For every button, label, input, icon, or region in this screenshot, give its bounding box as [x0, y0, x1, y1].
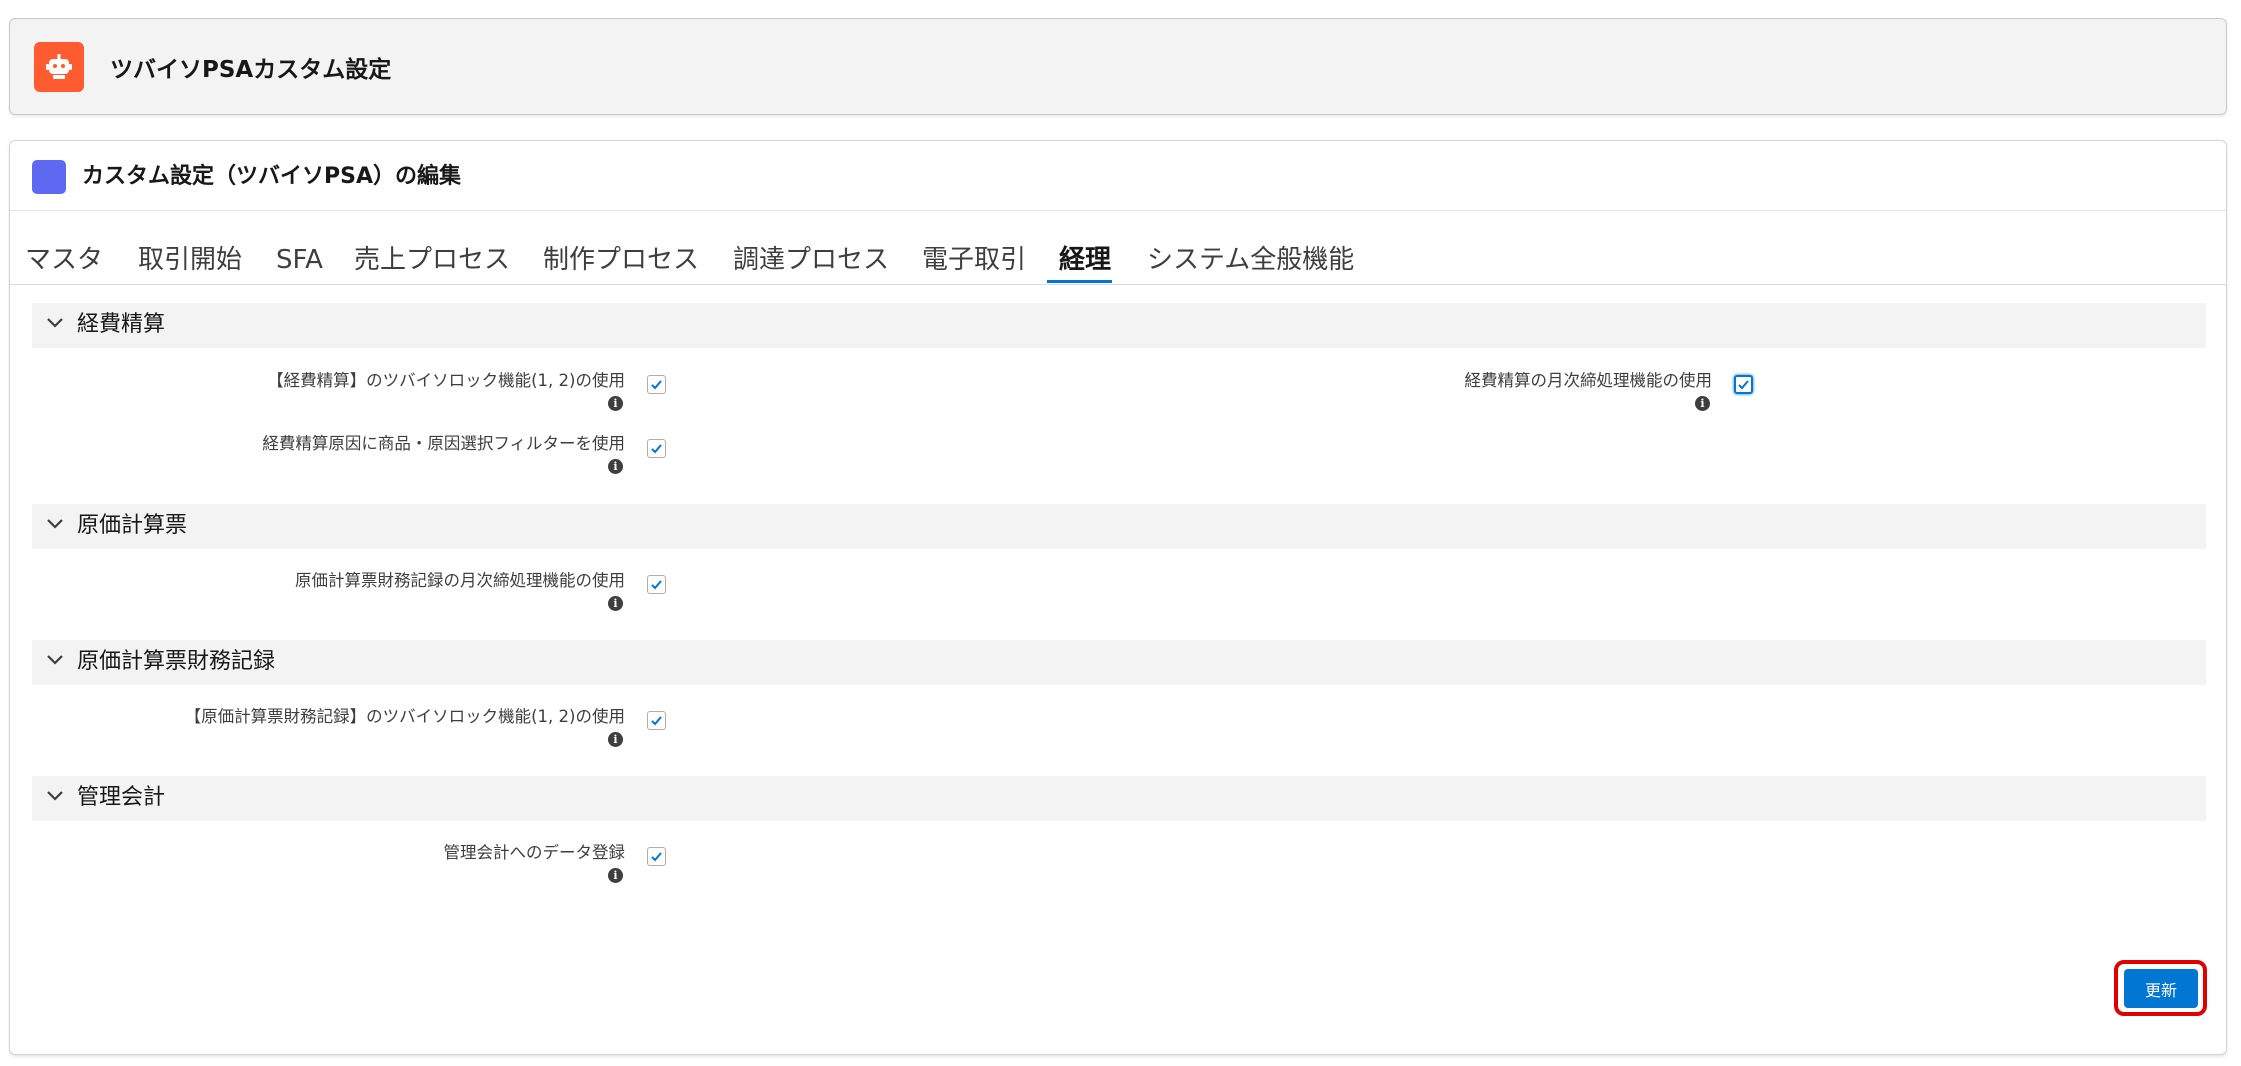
check-icon	[651, 580, 662, 590]
tab-sfa[interactable]: SFA	[276, 247, 323, 273]
checkbox-expense-lock[interactable]	[647, 375, 666, 394]
field-label: 経費精算原因に商品・原因選択フィルターを使用	[262, 434, 625, 453]
card-title: カスタム設定（ツバイソPSA）の編集	[82, 164, 461, 189]
card-header: カスタム設定（ツバイソPSA）の編集	[10, 141, 2226, 211]
section-cost-sheet-financial-record[interactable]: 原価計算票財務記録	[32, 640, 2206, 685]
check-icon	[651, 716, 662, 726]
section-management-accounting[interactable]: 管理会計	[32, 776, 2206, 821]
field-cost-record-lock: 【原価計算票財務記録】のツバイソロック機能(1, 2)の使用 i	[25, 707, 625, 767]
info-icon[interactable]: i	[608, 396, 623, 411]
checkbox-expense-monthly-close[interactable]	[1734, 375, 1753, 394]
tab-sales-process[interactable]: 売上プロセス	[354, 247, 510, 273]
checkbox-expense-filter[interactable]	[647, 439, 666, 458]
tab-procurement-process[interactable]: 調達プロセス	[733, 247, 889, 273]
section-cost-sheet[interactable]: 原価計算票	[32, 504, 2206, 549]
check-icon	[651, 444, 662, 454]
chevron-down-icon	[47, 519, 63, 529]
robot-icon	[34, 42, 84, 92]
field-label: 管理会計へのデータ登録	[443, 843, 626, 862]
checkbox-management-accounting-data[interactable]	[647, 847, 666, 866]
check-icon	[651, 380, 662, 390]
info-icon[interactable]: i	[608, 596, 623, 611]
field-management-accounting-data: 管理会計へのデータ登録 i	[25, 843, 625, 903]
page-header: ツバイソPSAカスタム設定	[9, 18, 2227, 115]
info-icon[interactable]: i	[608, 868, 623, 883]
tab-master[interactable]: マスタ	[25, 247, 103, 273]
active-tab-indicator	[1047, 280, 1112, 283]
field-label: 経費精算の月次締処理機能の使用	[1464, 371, 1713, 390]
chevron-down-icon	[47, 791, 63, 801]
check-icon	[1738, 380, 1749, 390]
field-label: 原価計算票財務記録の月次締処理機能の使用	[295, 571, 625, 590]
tab-bar: マスタ 取引開始 SFA 売上プロセス 制作プロセス 調達プロセス 電子取引 経…	[10, 211, 2226, 285]
section-title: 経費精算	[77, 312, 166, 337]
custom-settings-icon	[32, 160, 66, 194]
section-title: 管理会計	[77, 785, 166, 810]
tab-deal-start[interactable]: 取引開始	[138, 247, 242, 273]
checkbox-cost-sheet-monthly-close[interactable]	[647, 575, 666, 594]
field-label: 【原価計算票財務記録】のツバイソロック機能(1, 2)の使用	[184, 707, 625, 726]
field-label: 【経費精算】のツバイソロック機能(1, 2)の使用	[267, 371, 625, 390]
field-expense-lock: 【経費精算】のツバイソロック機能(1, 2)の使用 i	[25, 371, 625, 431]
info-icon[interactable]: i	[608, 459, 623, 474]
info-icon[interactable]: i	[608, 732, 623, 747]
chevron-down-icon	[47, 655, 63, 665]
tab-accounting[interactable]: 経理	[1059, 247, 1111, 273]
checkbox-cost-record-lock[interactable]	[647, 711, 666, 730]
page-title: ツバイソPSAカスタム設定	[110, 57, 392, 83]
field-expense-filter: 経費精算原因に商品・原因選択フィルターを使用 i	[25, 434, 625, 494]
section-expense-settlement[interactable]: 経費精算	[32, 303, 2206, 348]
chevron-down-icon	[47, 318, 63, 328]
tab-system-general[interactable]: システム全般機能	[1147, 247, 1354, 273]
section-title: 原価計算票財務記録	[77, 649, 276, 674]
edit-card: カスタム設定（ツバイソPSA）の編集 マスタ 取引開始 SFA 売上プロセス 制…	[9, 140, 2227, 1055]
check-icon	[651, 852, 662, 862]
info-icon[interactable]: i	[1695, 396, 1710, 411]
field-cost-sheet-monthly-close: 原価計算票財務記録の月次締処理機能の使用 i	[25, 571, 625, 631]
field-expense-monthly-close: 経費精算の月次締処理機能の使用 i	[1112, 371, 1712, 431]
section-title: 原価計算票	[77, 513, 188, 538]
tab-e-transaction[interactable]: 電子取引	[922, 247, 1026, 273]
tab-production-process[interactable]: 制作プロセス	[543, 247, 699, 273]
update-button[interactable]: 更新	[2124, 969, 2198, 1008]
